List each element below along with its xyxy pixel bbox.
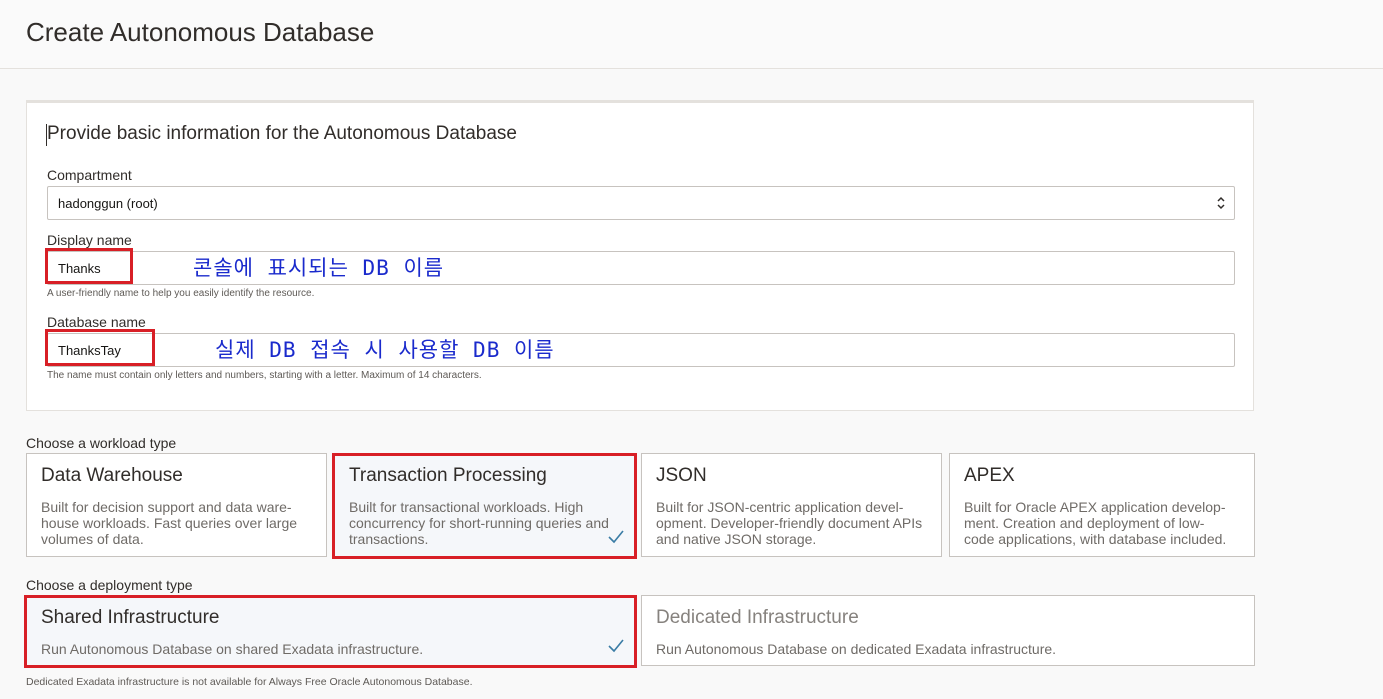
card-description: Built for Oracle APEX application develo… — [964, 499, 1227, 547]
page-header: Create Autonomous Database — [0, 0, 1383, 69]
card-title: Dedicated Infrastructure — [656, 607, 859, 628]
database-name-label: Database name — [47, 314, 146, 330]
database-name-annotation: 실제 DB 접속 시 사용할 DB 이름 — [215, 338, 555, 362]
workload-data-warehouse[interactable]: Data Warehouse Built for decision suppor… — [26, 453, 327, 557]
database-name-highlight — [45, 329, 155, 366]
compartment-select[interactable]: hadonggun (root) — [47, 186, 1235, 220]
card-title: APEX — [964, 465, 1015, 486]
workload-type-label: Choose a workload type — [26, 435, 177, 451]
display-name-annotation: 콘솔에 표시되는 DB 이름 — [193, 256, 445, 280]
card-description: Run Autonomous Database on dedicated Exa… — [656, 641, 1057, 657]
database-name-hint: The name must contain only letters and n… — [47, 370, 482, 381]
panel-title-text: Provide basic information for the Autono… — [47, 123, 517, 144]
card-title: Data Warehouse — [41, 465, 183, 486]
compartment-label: Compartment — [47, 167, 132, 183]
display-name-hint: A user-friendly name to help you easily … — [47, 288, 315, 299]
compartment-value: hadonggun (root) — [58, 196, 158, 211]
text-cursor — [46, 124, 47, 146]
shared-infrastructure-highlight — [24, 595, 637, 668]
workload-json[interactable]: JSON Built for JSON-centric application … — [641, 453, 942, 557]
transaction-processing-highlight — [332, 453, 637, 559]
deployment-dedicated-infrastructure[interactable]: Dedicated Infrastructure Run Autonomous … — [641, 595, 1255, 666]
card-description: Built for JSON-centric application devel… — [656, 499, 923, 547]
page-title: Create Autonomous Database — [26, 17, 375, 47]
deployment-footnote: Dedicated Exadata infrastructure is not … — [26, 676, 473, 688]
display-name-label: Display name — [47, 232, 132, 248]
deployment-type-label: Choose a deployment type — [26, 577, 193, 593]
workload-apex[interactable]: APEX Built for Oracle APEX application d… — [949, 453, 1255, 557]
display-name-highlight — [45, 248, 133, 284]
chevron-up-down-icon — [1217, 196, 1225, 210]
card-description: Built for decision support and data ware… — [41, 499, 298, 547]
card-title: JSON — [656, 465, 707, 486]
panel-title: Provide basic information for the Autono… — [46, 123, 517, 146]
